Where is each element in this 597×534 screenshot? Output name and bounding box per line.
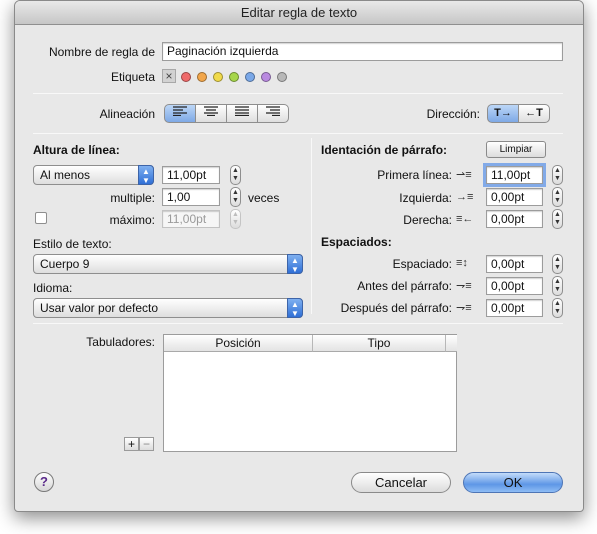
first-line-stepper[interactable]: ▲ ▼	[552, 165, 563, 185]
align-left-button[interactable]	[164, 104, 196, 123]
divider	[33, 133, 563, 134]
indent-heading: Identación de párrafo:	[321, 143, 448, 157]
before-paragraph-field[interactable]: 0,00pt	[486, 277, 543, 295]
right-indent-stepper[interactable]: ▲ ▼	[552, 209, 563, 229]
left-indent-label: Izquierda:	[399, 191, 452, 205]
left-indent-stepper[interactable]: ▲ ▼	[552, 187, 563, 207]
max-label: máximo:	[109, 213, 155, 227]
space-after-icon: ⇁≡	[456, 302, 472, 314]
text-style-value: Cuerpo 9	[40, 257, 90, 271]
after-paragraph-field[interactable]: 0,00pt	[486, 299, 543, 317]
alignment-label: Alineación	[99, 107, 155, 121]
align-justify-icon	[235, 106, 249, 117]
divider	[33, 93, 563, 94]
tag-label: Etiqueta	[110, 70, 155, 84]
align-right-icon	[266, 106, 280, 117]
help-button[interactable]: ?	[34, 472, 54, 492]
column-header-position[interactable]: Posición	[164, 335, 313, 352]
clear-button[interactable]: Limpiar	[486, 141, 546, 158]
align-justify-button[interactable]	[226, 104, 258, 123]
language-popup[interactable]: Usar valor por defecto ▲ ▼	[33, 298, 303, 318]
before-paragraph-label: Antes del párrafo:	[357, 279, 452, 293]
popup-arrows-icon: ▲ ▼	[138, 165, 154, 185]
align-center-icon	[204, 106, 218, 117]
text-style-popup[interactable]: Cuerpo 9 ▲ ▼	[33, 254, 303, 274]
language-label: Idioma:	[33, 281, 73, 295]
right-indent-field[interactable]: 0,00pt	[486, 210, 543, 228]
line-height-stepper[interactable]: ▲ ▼	[230, 165, 241, 185]
align-center-button[interactable]	[195, 104, 227, 123]
line-spacing-icon: ≡↕	[456, 257, 468, 269]
window-title: Editar regla de texto	[15, 1, 583, 25]
tag-gray-button[interactable]	[277, 72, 287, 82]
left-indent-field[interactable]: 0,00pt	[486, 188, 543, 206]
ok-button[interactable]: OK	[463, 472, 563, 493]
text-style-label: Estilo de texto:	[33, 237, 112, 251]
times-label: veces	[248, 191, 280, 205]
multiple-label: multiple:	[110, 191, 155, 205]
multiple-stepper[interactable]: ▲ ▼	[230, 187, 241, 207]
after-paragraph-label: Después del párrafo:	[340, 301, 452, 315]
right-indent-label: Derecha:	[403, 213, 452, 227]
direction-rtl-button[interactable]: ←T	[518, 104, 550, 123]
space-before-icon: ⇁≡	[456, 280, 472, 292]
right-indent-icon: ≡←	[456, 213, 474, 225]
column-divider	[311, 138, 312, 314]
after-paragraph-stepper[interactable]: ▲ ▼	[552, 298, 563, 318]
tabs-table[interactable]: Posición Tipo	[163, 334, 457, 452]
popup-arrows-icon: ▲ ▼	[287, 298, 303, 318]
line-height-value-field[interactable]: 11,00pt	[162, 166, 220, 184]
multiple-value-field[interactable]: 1,00	[162, 188, 220, 206]
tag-none-button[interactable]: ×	[162, 69, 176, 83]
line-height-mode-popup[interactable]: Al menos ▲ ▼	[33, 165, 154, 185]
direction-label: Dirección:	[426, 107, 480, 121]
direction-ltr-button[interactable]: T→	[487, 104, 519, 123]
tag-blue-button[interactable]	[245, 72, 255, 82]
popup-arrows-icon: ▲ ▼	[287, 254, 303, 274]
tag-yellow-button[interactable]	[213, 72, 223, 82]
line-spacing-label: Espaciado:	[392, 257, 452, 271]
rule-name-label: Nombre de regla de	[48, 45, 155, 59]
first-line-label: Primera línea:	[377, 168, 452, 182]
max-stepper[interactable]: ▲ ▼	[230, 209, 241, 229]
tag-red-button[interactable]	[181, 72, 191, 82]
dialog-window: Editar regla de texto Nombre de regla de…	[14, 0, 584, 512]
before-paragraph-stepper[interactable]: ▲ ▼	[552, 276, 563, 296]
align-left-icon	[173, 106, 187, 117]
tag-orange-button[interactable]	[197, 72, 207, 82]
line-spacing-field[interactable]: 0,00pt	[486, 255, 543, 273]
cancel-button[interactable]: Cancelar	[351, 472, 451, 493]
line-spacing-stepper[interactable]: ▲ ▼	[552, 254, 563, 274]
max-value-field[interactable]: 11,00pt	[162, 210, 220, 228]
spacing-heading: Espaciados:	[321, 235, 392, 249]
tag-purple-button[interactable]	[261, 72, 271, 82]
remove-tab-button[interactable]: −	[139, 437, 154, 451]
column-header-type[interactable]: Tipo	[313, 335, 446, 352]
column-header-filler	[446, 335, 457, 352]
divider	[33, 323, 563, 324]
language-value: Usar valor por defecto	[40, 301, 159, 315]
add-tab-button[interactable]: +	[124, 437, 139, 451]
left-indent-icon: →≡	[456, 191, 474, 203]
max-checkbox[interactable]	[35, 212, 47, 224]
line-height-mode-value: Al menos	[40, 168, 91, 182]
line-height-heading: Altura de línea:	[33, 143, 120, 157]
tag-green-button[interactable]	[229, 72, 239, 82]
first-line-field[interactable]: 11,00pt	[483, 163, 546, 187]
tabs-label: Tabuladores:	[86, 335, 155, 349]
align-right-button[interactable]	[257, 104, 289, 123]
first-line-indent-icon: ⇀≡	[456, 169, 472, 181]
rule-name-field[interactable]: Paginación izquierda	[162, 42, 563, 61]
